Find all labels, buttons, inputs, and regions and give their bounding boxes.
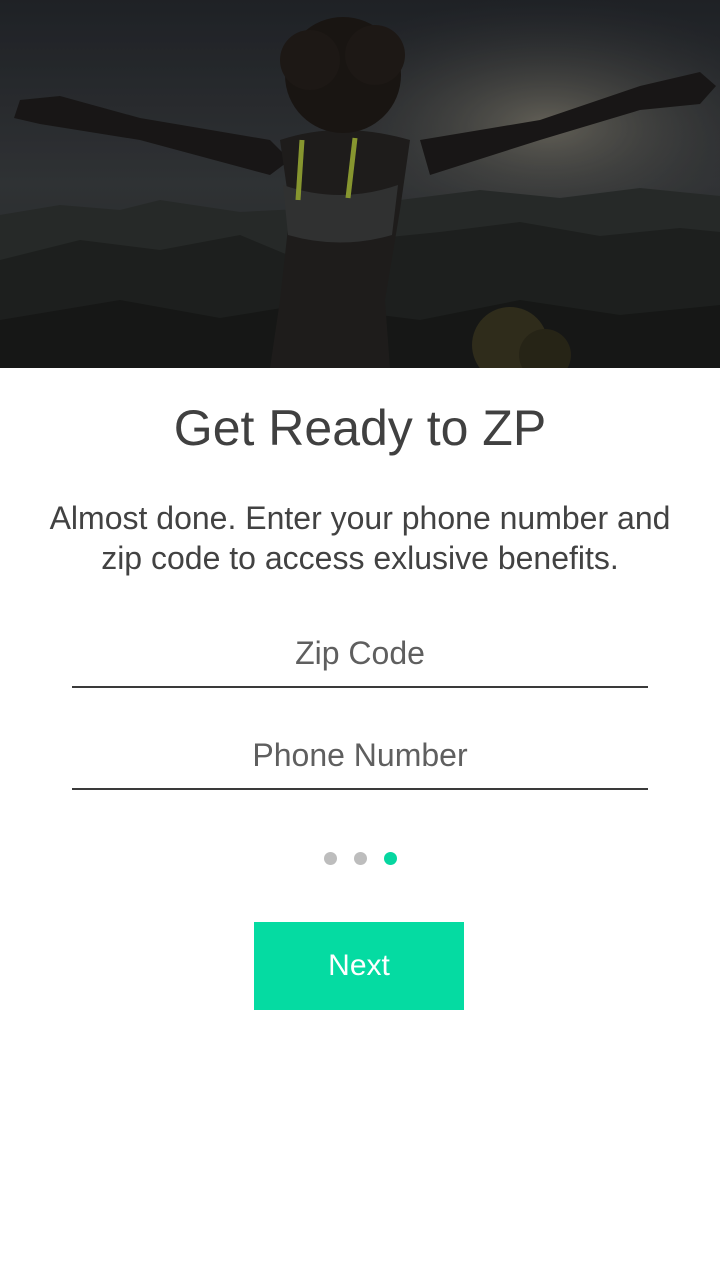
page-subtitle: Almost done. Enter your phone number and… [10, 498, 710, 578]
zip-code-input[interactable] [72, 620, 648, 688]
subtitle-line-1: Almost done. Enter your phone number and [49, 500, 671, 536]
hero-image [0, 0, 720, 368]
page-dot-1 [323, 852, 337, 865]
next-button[interactable]: Next [254, 922, 464, 1010]
page-dot-3-active [383, 852, 397, 865]
page-indicator [0, 852, 720, 865]
page-dot-2 [353, 852, 367, 865]
page-title: Get Ready to ZP [173, 400, 547, 456]
hero-photo-illustration [0, 0, 720, 368]
phone-number-input[interactable] [72, 722, 648, 790]
subtitle-line-2: zip code to access exlusive benefits. [101, 540, 619, 576]
onboarding-screen: Get Ready to ZP Almost done. Enter your … [0, 0, 720, 1280]
